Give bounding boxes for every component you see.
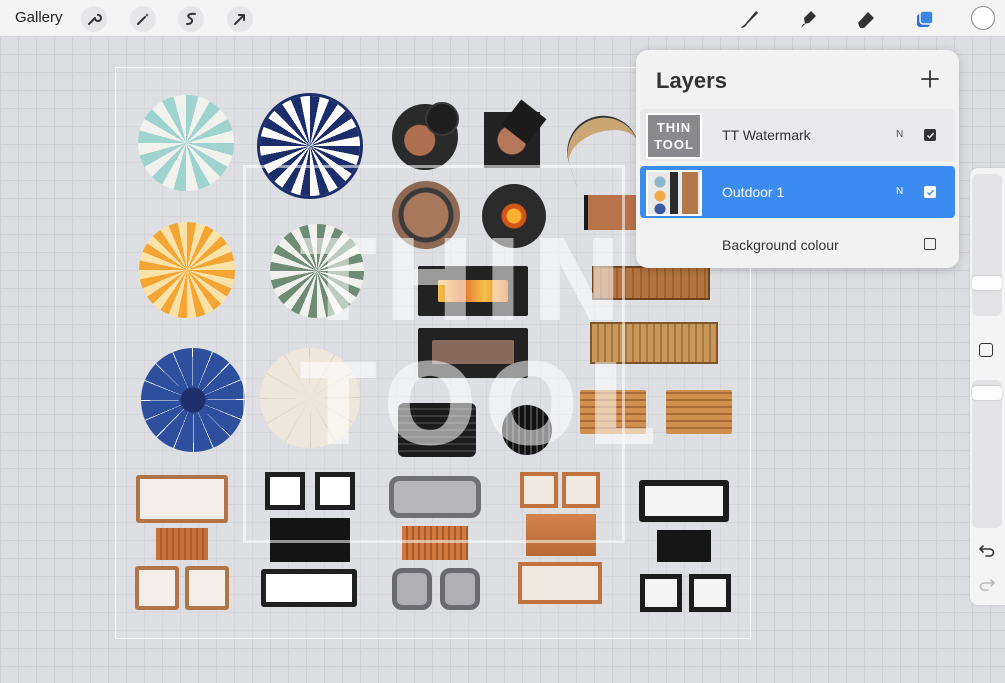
gallery-button[interactable]: Gallery xyxy=(15,9,63,26)
umbrella-blue xyxy=(141,348,245,452)
brush-icon[interactable] xyxy=(736,6,762,32)
thumb-line-2: TOOL xyxy=(654,137,694,152)
watermark-line-1: THIN xyxy=(300,217,630,347)
armchair-black-2 xyxy=(689,574,731,612)
smudge-icon[interactable] xyxy=(795,6,821,32)
coffee-table-wood xyxy=(156,528,208,560)
layer-row-outdoor-1[interactable]: Outdoor 1 N xyxy=(640,166,955,218)
layer-visibility-checkbox[interactable] xyxy=(924,238,936,250)
layer-name: TT Watermark xyxy=(722,127,811,143)
layers-icon[interactable] xyxy=(912,6,938,32)
armchair-grey-2 xyxy=(440,568,480,610)
brush-size-slider[interactable] xyxy=(972,174,1002,316)
layer-thumbnail-watermark: THIN TOOL xyxy=(646,113,702,159)
modify-square-button[interactable] xyxy=(979,343,993,357)
eraser-icon[interactable] xyxy=(853,6,879,32)
umbrella-orange xyxy=(139,222,235,318)
sofa-black-white xyxy=(261,569,357,607)
top-toolbar: Gallery xyxy=(0,0,1005,37)
armchair-black-1 xyxy=(640,574,682,612)
table-black-small xyxy=(657,530,711,562)
color-well-button[interactable] xyxy=(971,6,995,30)
magic-wand-icon[interactable] xyxy=(130,6,156,32)
layer-name: Outdoor 1 xyxy=(722,184,785,200)
layers-panel: Layers THIN TOOL TT Watermark N Outdoor … xyxy=(636,50,959,268)
thumb-line-1: THIN xyxy=(656,120,692,135)
umbrella-mint xyxy=(138,95,234,191)
watermark-line-2: TOOL xyxy=(300,341,663,471)
layer-row-background-colour[interactable]: Background colour xyxy=(640,220,955,266)
transform-arrow-icon[interactable] xyxy=(227,6,253,32)
add-layer-icon[interactable] xyxy=(918,67,942,91)
armchair-grey-1 xyxy=(392,568,432,610)
armchair-cream-2 xyxy=(185,566,229,610)
wrench-icon[interactable] xyxy=(81,6,107,32)
right-sidebar xyxy=(970,168,1005,605)
layer-blend-mode[interactable]: N xyxy=(896,129,903,140)
opacity-slider[interactable] xyxy=(972,380,1002,528)
selection-icon[interactable] xyxy=(178,6,204,32)
bench-wood-cushion xyxy=(518,562,602,604)
redo-icon[interactable] xyxy=(978,576,996,592)
undo-icon[interactable] xyxy=(978,542,996,558)
layer-visibility-checkbox[interactable] xyxy=(924,129,936,141)
wood-chair-2 xyxy=(666,390,732,434)
watermark-text: THIN TOOL xyxy=(300,217,663,471)
layers-panel-title: Layers xyxy=(656,68,727,93)
sofa-black-stripe xyxy=(639,480,729,522)
opacity-thumb[interactable] xyxy=(972,386,1002,400)
fire-pit-lid-cover xyxy=(425,102,459,136)
layer-row-tt-watermark[interactable]: THIN TOOL TT Watermark N xyxy=(640,109,955,161)
layer-visibility-checkbox[interactable] xyxy=(924,186,936,198)
layer-blend-mode[interactable]: N xyxy=(896,186,903,197)
sofa-cream-wood xyxy=(136,475,228,523)
armchair-cream-1 xyxy=(135,566,179,610)
layer-name: Background colour xyxy=(722,237,839,253)
layer-thumbnail-outdoor xyxy=(646,170,702,216)
brush-size-thumb[interactable] xyxy=(972,276,1002,290)
